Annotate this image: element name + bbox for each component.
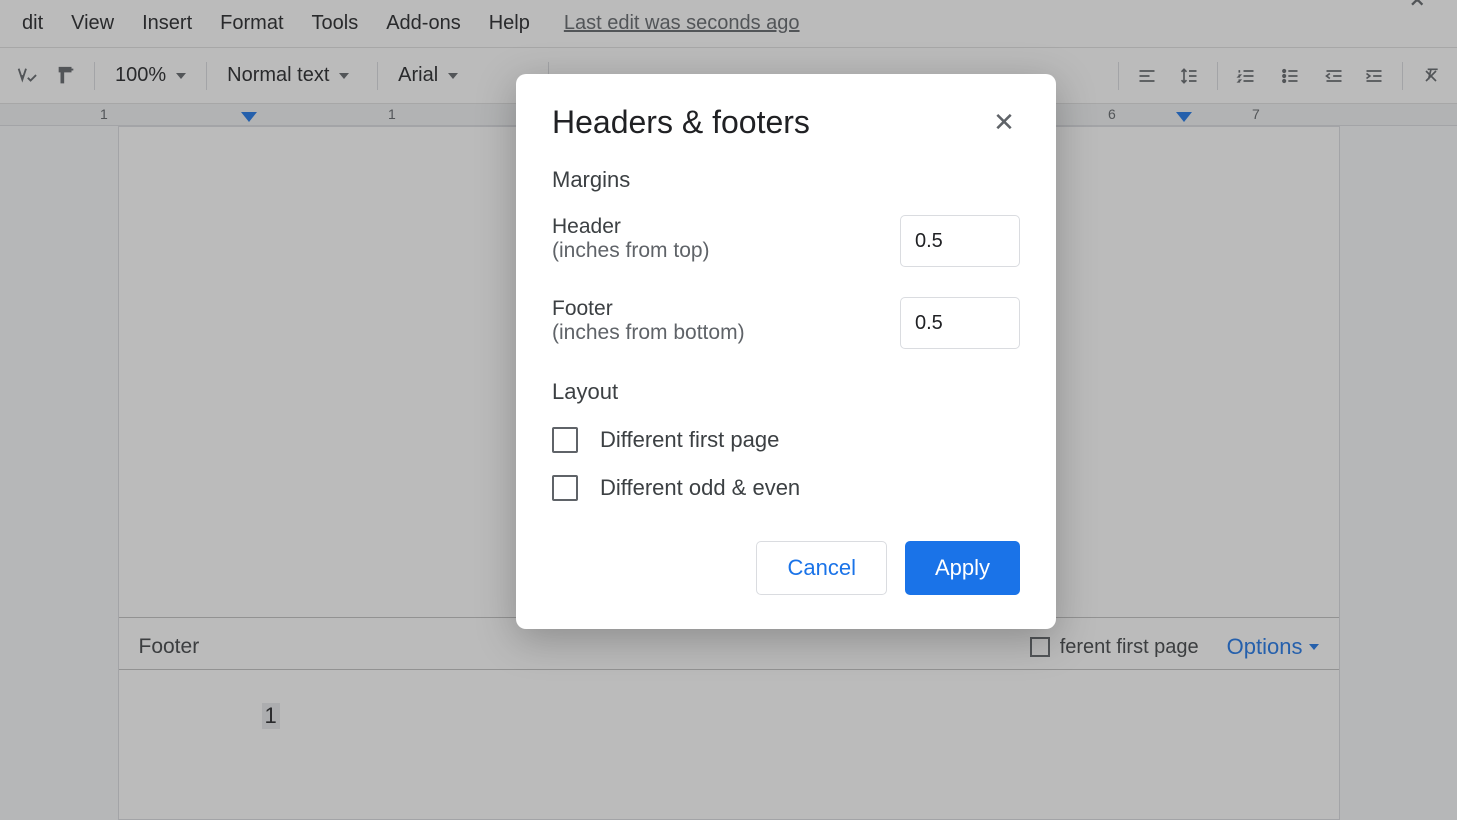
footer-margin-row: Footer (inches from bottom): [552, 297, 1020, 349]
different-first-page-label: Different first page: [600, 427, 779, 453]
footer-margin-label: Footer: [552, 297, 745, 321]
headers-footers-dialog: Headers & footers ✕ Margins Header (inch…: [516, 74, 1056, 629]
layout-heading: Layout: [552, 379, 1020, 405]
header-margin-row: Header (inches from top): [552, 215, 1020, 267]
different-odd-even-row[interactable]: Different odd & even: [552, 475, 1020, 501]
different-first-page-row[interactable]: Different first page: [552, 427, 1020, 453]
header-margin-input[interactable]: [900, 215, 1020, 267]
footer-margin-input[interactable]: [900, 297, 1020, 349]
dialog-title: Headers & footers: [552, 104, 810, 141]
header-margin-sublabel: (inches from top): [552, 239, 710, 263]
footer-margin-sublabel: (inches from bottom): [552, 321, 745, 345]
cancel-button[interactable]: Cancel: [756, 541, 886, 595]
apply-button[interactable]: Apply: [905, 541, 1020, 595]
margins-heading: Margins: [552, 167, 1020, 193]
close-icon[interactable]: ✕: [988, 107, 1020, 138]
checkbox-icon: [552, 475, 578, 501]
different-odd-even-label: Different odd & even: [600, 475, 800, 501]
header-margin-label: Header: [552, 215, 710, 239]
checkbox-icon: [552, 427, 578, 453]
